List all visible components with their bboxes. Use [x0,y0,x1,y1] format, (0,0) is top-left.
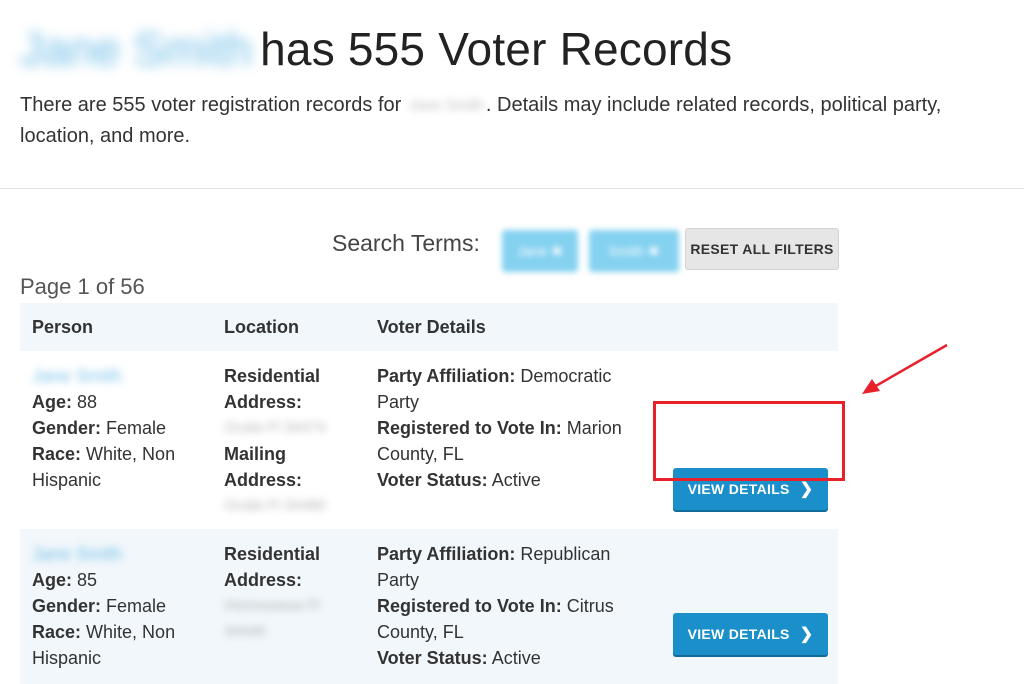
view-details-label: VIEW DETAILS [687,481,790,497]
gender-line: Gender: Female [32,593,207,619]
age-value: 88 [77,392,98,412]
age-line: Age: 85 [32,567,207,593]
residential-address-blurred: Homosassa Fl 34446 [224,597,320,640]
chevron-right-icon: ❯ [799,626,814,643]
page-title-text: has 555 Voter Records [260,23,733,75]
gender-label: Gender: [32,418,102,438]
gender-value: Female [106,596,167,616]
registration-label: Registered to Vote In: [377,418,562,438]
location-cell: Residential Address: Ocala Fl 34474 Mail… [224,363,364,519]
party-line: Party Affiliation: Republican Party [377,541,642,593]
page-description: There are 555 voter registration records… [20,90,1010,151]
reset-filters-button[interactable]: RESET ALL FILTERS [685,228,839,270]
voter-details-cell: Party Affiliation: Democratic Party Regi… [377,363,642,493]
table-row: Jane Smith Age: 85 Gender: Female Race: … [20,529,838,684]
age-label: Age: [32,570,72,590]
filter-chip-label: Jane [517,243,548,259]
view-details-label: VIEW DETAILS [687,626,790,642]
page-title: Jane Smith has 555 Voter Records [20,22,732,76]
race-line: Race: White, Non Hispanic [32,441,207,493]
gender-value: Female [106,418,167,438]
filter-chip-last-name[interactable]: Smith ✖ [589,230,679,272]
remove-filter-icon: ✖ [647,242,660,259]
age-value: 85 [77,570,98,590]
remove-filter-icon: ✖ [551,242,563,259]
voter-details-cell: Party Affiliation: Republican Party Regi… [377,541,642,671]
filter-chip-label: Smith [608,243,645,259]
gender-label: Gender: [32,596,102,616]
description-name-blurred: Jane Smith [408,96,484,114]
residential-address-label: Residential Address: [224,544,321,590]
status-label: Voter Status: [377,648,488,668]
search-terms-label: Search Terms: [332,230,480,256]
age-line: Age: 88 [32,389,207,415]
person-name-link[interactable]: Jane Smith [32,541,207,567]
column-header-person: Person [32,316,94,337]
voter-records-table: Person Location Voter Details Jane Smith… [20,303,838,684]
status-label: Voter Status: [377,470,488,490]
annotation-arrow-icon [862,343,948,394]
annotation-highlight-box [653,401,845,481]
description-start: There are 555 voter registration records… [20,94,402,116]
person-cell: Jane Smith Age: 88 Gender: Female Race: … [32,363,207,493]
view-details-button[interactable]: VIEW DETAILS ❯ [673,613,828,655]
age-label: Age: [32,392,72,412]
mailing-address-label: Mailing Address: [224,444,303,490]
registration-line: Registered to Vote In: Marion County, FL [377,415,642,467]
race-line: Race: White, Non Hispanic [32,619,207,671]
residential-address-blurred: Ocala Fl 34474 [224,419,326,436]
location-cell: Residential Address: Homosassa Fl 34446 [224,541,364,645]
status-line: Voter Status: Active [377,645,642,671]
race-label: Race: [32,444,82,464]
registration-label: Registered to Vote In: [377,596,562,616]
filter-chip-first-name[interactable]: Jane ✖ [502,230,578,272]
party-label: Party Affiliation: [377,544,516,564]
chevron-right-icon: ❯ [799,481,814,498]
race-label: Race: [32,622,82,642]
status-value: Active [491,648,541,668]
page-header: Jane Smith has 555 Voter Records There ar… [0,0,1024,189]
pagination-label: Page 1 of 56 [20,274,145,299]
table-header: Person Location Voter Details [20,303,838,351]
party-line: Party Affiliation: Democratic Party [377,363,642,415]
person-name-blurred: Jane Smith [20,23,253,75]
residential-address-label: Residential Address: [224,366,321,412]
mailing-address-blurred: Ocala Fl 34480 [224,497,326,514]
party-label: Party Affiliation: [377,366,516,386]
registration-line: Registered to Vote In: Citrus County, FL [377,593,642,645]
status-value: Active [491,470,541,490]
person-name-link[interactable]: Jane Smith [32,363,207,389]
column-header-location: Location [224,316,299,337]
column-header-voter-details: Voter Details [377,316,486,337]
person-cell: Jane Smith Age: 85 Gender: Female Race: … [32,541,207,671]
gender-line: Gender: Female [32,415,207,441]
status-line: Voter Status: Active [377,467,642,493]
